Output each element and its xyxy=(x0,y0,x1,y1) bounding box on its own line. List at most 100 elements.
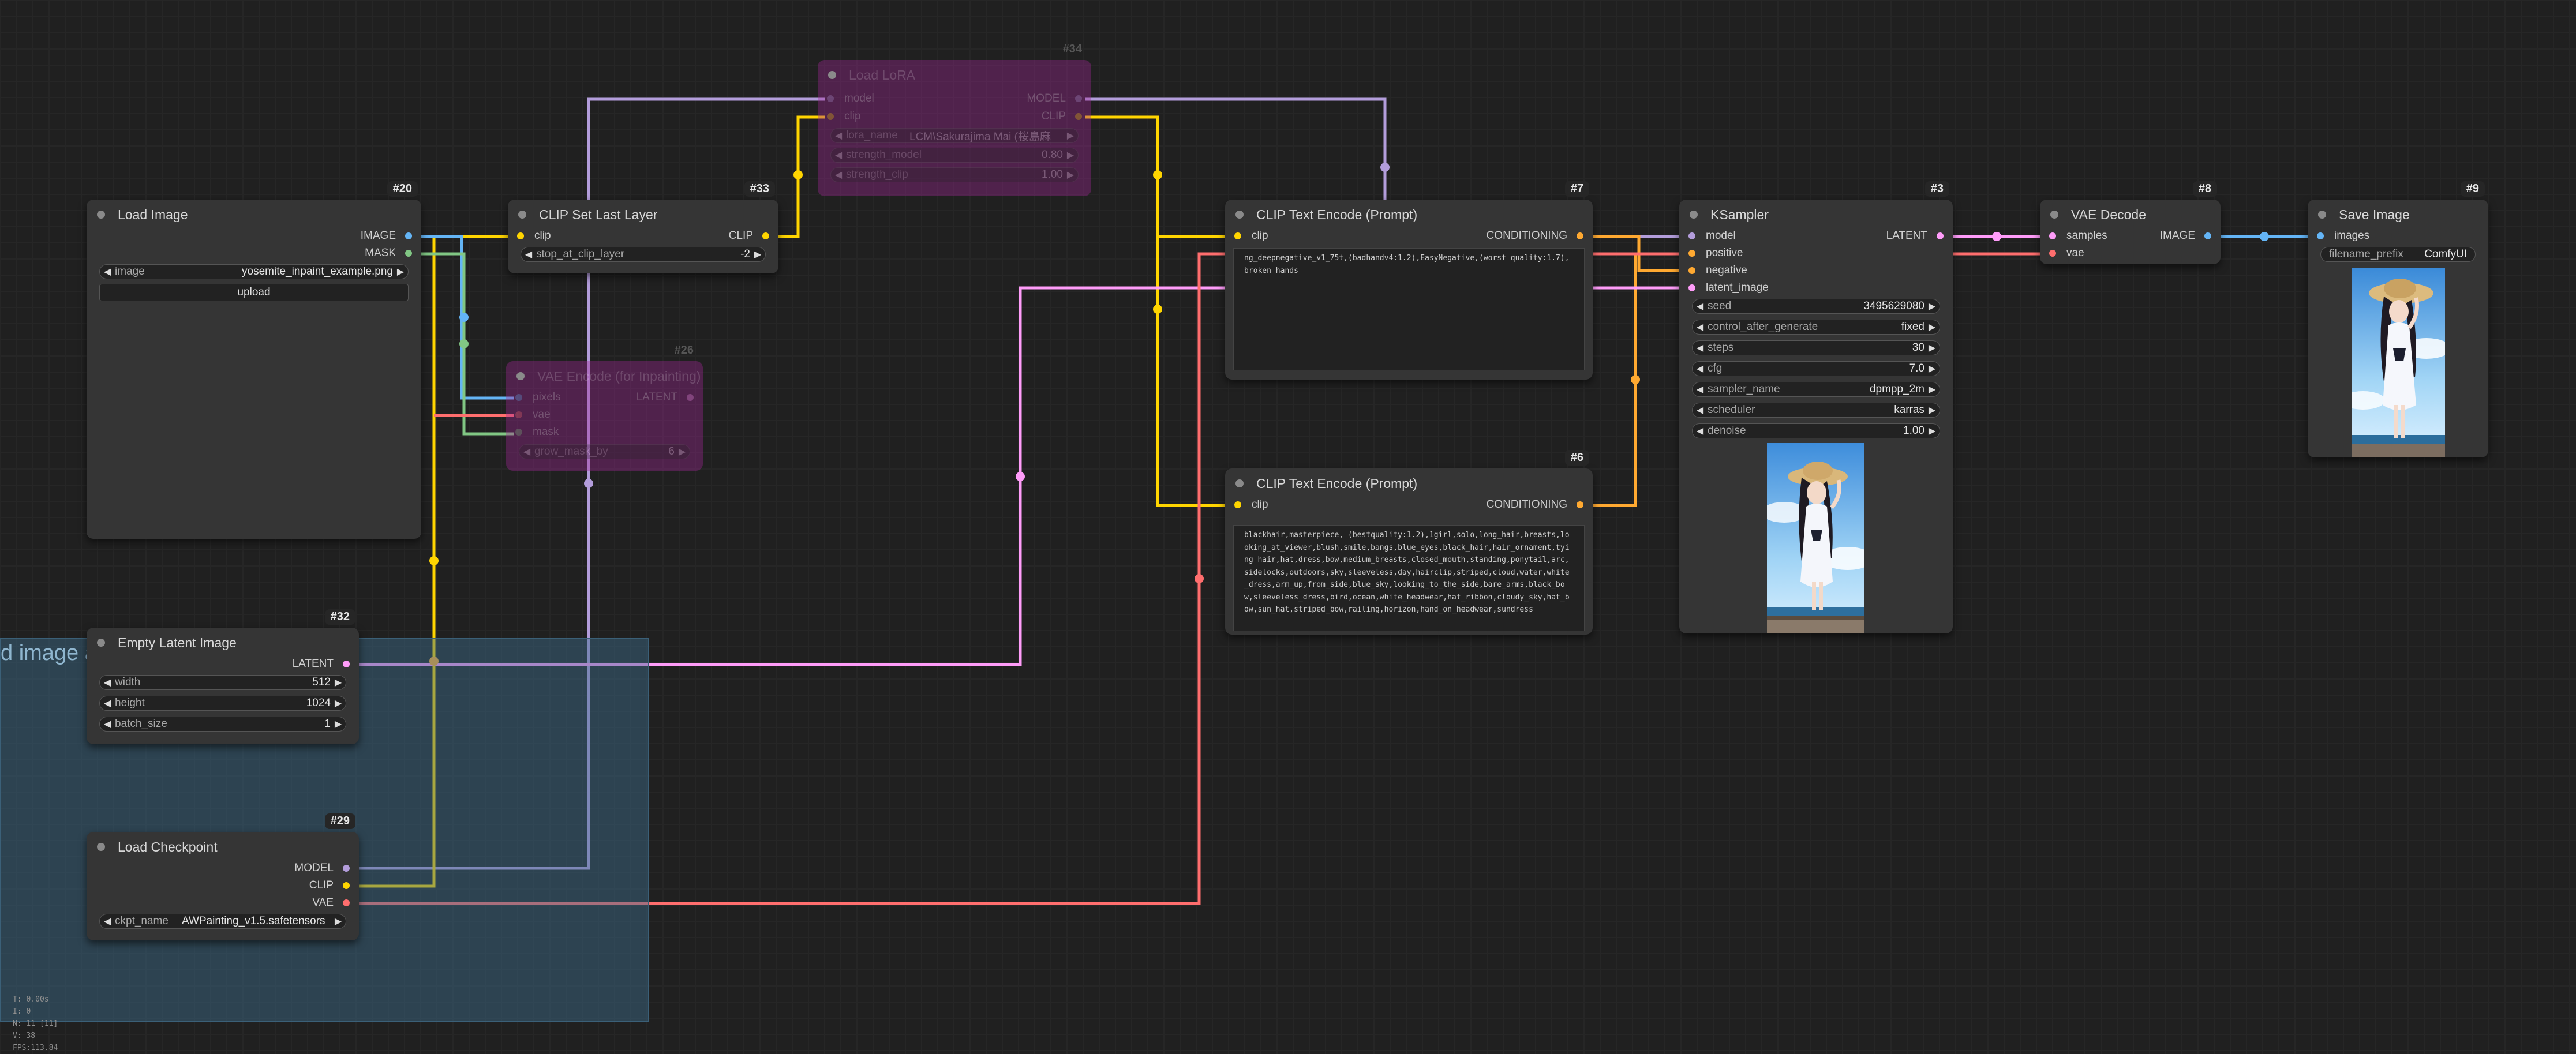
seed-number[interactable]: ◀ seed 3495629080 ▶ xyxy=(1692,299,1940,314)
node-load-checkpoint[interactable]: #29 Load Checkpoint MODEL CLIP VAE ◀ ckp… xyxy=(87,813,359,940)
input-positive[interactable]: positive xyxy=(1688,247,1743,260)
reroute-dot[interactable] xyxy=(459,313,469,322)
sampler-name-combo[interactable]: ◀ sampler_name dpmpp_2m ▶ xyxy=(1692,382,1940,397)
node-title[interactable]: CLIP Set Last Layer xyxy=(508,200,778,230)
node-title[interactable]: KSampler xyxy=(1679,200,1953,230)
denoise-number[interactable]: ◀ denoise 1.00 ▶ xyxy=(1692,423,1940,438)
input-clip[interactable]: clip xyxy=(1234,498,1268,511)
node-title[interactable]: Load Checkpoint xyxy=(87,832,359,862)
reroute-dot[interactable] xyxy=(1380,163,1390,172)
arrow-left-icon[interactable]: ◀ xyxy=(1693,384,1708,395)
node-load-lora[interactable]: #34 Load LoRA model clip MODEL CLIP ◀ lo… xyxy=(818,43,1091,196)
arrow-right-icon[interactable]: ▶ xyxy=(1924,363,1940,374)
node-clip-set-last-layer[interactable]: #33 CLIP Set Last Layer clip CLIP ◀ stop… xyxy=(508,181,778,273)
arrow-left-icon[interactable]: ◀ xyxy=(1693,321,1708,333)
arrow-right-icon[interactable]: ▶ xyxy=(1063,149,1078,161)
cfg-number[interactable]: ◀ cfg 7.0 ▶ xyxy=(1692,361,1940,376)
collapse-dot[interactable] xyxy=(516,372,525,380)
collapse-dot[interactable] xyxy=(518,211,526,219)
input-vae[interactable]: vae xyxy=(2049,247,2084,260)
input-vae[interactable]: vae xyxy=(515,408,551,421)
reroute-dot[interactable] xyxy=(1992,232,2001,241)
output-mask[interactable]: MASK xyxy=(365,247,412,260)
arrow-left-icon[interactable]: ◀ xyxy=(1693,404,1708,416)
node-title[interactable]: Load Image xyxy=(87,200,421,230)
grow-mask-by-number[interactable]: ◀ grow_mask_by 6 ▶ xyxy=(519,444,690,459)
node-empty-latent-image[interactable]: #32 Empty Latent Image LATENT ◀ width 51… xyxy=(87,609,359,744)
output-latent[interactable]: LATENT xyxy=(636,391,694,404)
arrow-right-icon[interactable]: ▶ xyxy=(393,266,408,277)
input-clip[interactable]: clip xyxy=(517,230,551,242)
node-title[interactable]: VAE Decode xyxy=(2040,200,2221,230)
node-title[interactable]: Empty Latent Image xyxy=(87,628,359,658)
height-number[interactable]: ◀ height 1024 ▶ xyxy=(99,696,346,711)
node-clip-text-encode-negative[interactable]: #6 CLIP Text Encode (Prompt) clip CONDIT… xyxy=(1225,450,1593,635)
collapse-dot[interactable] xyxy=(97,639,105,647)
arrow-right-icon[interactable]: ▶ xyxy=(675,446,690,457)
arrow-right-icon[interactable]: ▶ xyxy=(331,677,346,688)
arrow-right-icon[interactable]: ▶ xyxy=(1924,342,1940,354)
arrow-left-icon[interactable]: ◀ xyxy=(100,677,115,688)
reroute-dot[interactable] xyxy=(584,479,593,488)
arrow-left-icon[interactable]: ◀ xyxy=(519,446,534,457)
reroute-dot[interactable] xyxy=(1631,375,1640,384)
arrow-right-icon[interactable]: ▶ xyxy=(1924,301,1940,312)
link-clip[interactable] xyxy=(1156,237,1233,507)
input-latent-image[interactable]: latent_image xyxy=(1688,282,1769,294)
node-title[interactable]: CLIP Text Encode (Prompt) xyxy=(1225,468,1593,498)
arrow-right-icon[interactable]: ▶ xyxy=(331,697,346,709)
strength-clip-number[interactable]: ◀ strength_clip 1.00 ▶ xyxy=(830,167,1079,182)
lora-name-combo[interactable]: ◀ lora_name LCM\Sakurajima Mai (桜島麻 ▶ xyxy=(830,128,1079,143)
output-model[interactable]: MODEL xyxy=(1027,92,1082,105)
arrow-left-icon[interactable]: ◀ xyxy=(831,169,846,181)
output-vae[interactable]: VAE xyxy=(312,897,350,909)
input-samples[interactable]: samples xyxy=(2049,230,2107,242)
width-number[interactable]: ◀ width 512 ▶ xyxy=(99,675,346,690)
collapse-dot[interactable] xyxy=(1235,479,1244,487)
strength-model-number[interactable]: ◀ strength_model 0.80 ▶ xyxy=(830,148,1079,163)
control-after-generate-combo[interactable]: ◀ control_after_generate fixed ▶ xyxy=(1692,320,1940,335)
arrow-left-icon[interactable]: ◀ xyxy=(1693,342,1708,354)
output-clip[interactable]: CLIP xyxy=(729,230,769,242)
collapse-dot[interactable] xyxy=(97,843,105,851)
reroute-dot[interactable] xyxy=(1195,574,1204,583)
output-image[interactable]: IMAGE xyxy=(2160,230,2211,242)
reroute-dot[interactable] xyxy=(793,170,803,179)
output-latent[interactable]: LATENT xyxy=(293,658,350,670)
arrow-left-icon[interactable]: ◀ xyxy=(1693,301,1708,312)
collapse-dot[interactable] xyxy=(97,211,105,219)
node-title[interactable]: Save Image xyxy=(2308,200,2488,230)
output-clip[interactable]: CLIP xyxy=(309,879,350,892)
arrow-left-icon[interactable]: ◀ xyxy=(100,916,115,927)
reroute-dot[interactable] xyxy=(1153,170,1162,179)
node-save-image[interactable]: #9 Save Image images filename_prefix Com… xyxy=(2308,181,2488,457)
output-latent[interactable]: LATENT xyxy=(1886,230,1944,242)
node-vae-decode[interactable]: #8 VAE Decode samples vae IMAGE xyxy=(2040,181,2221,264)
prompt-textarea[interactable]: ng_deepnegative_v1_75t,(badhandv4:1.2),E… xyxy=(1233,248,1585,370)
input-model[interactable]: model xyxy=(1688,230,1736,242)
arrow-right-icon[interactable]: ▶ xyxy=(750,249,765,260)
arrow-left-icon[interactable]: ◀ xyxy=(831,149,846,161)
input-model[interactable]: model xyxy=(827,92,874,105)
collapse-dot[interactable] xyxy=(1235,211,1244,219)
node-title[interactable]: VAE Encode (for Inpainting) xyxy=(506,361,703,391)
input-pixels[interactable]: pixels xyxy=(515,391,561,404)
prompt-textarea[interactable]: blackhair,masterpiece, (bestquality:1.2)… xyxy=(1233,525,1585,631)
collapse-dot[interactable] xyxy=(1690,211,1698,219)
arrow-left-icon[interactable]: ◀ xyxy=(100,718,115,730)
collapse-dot[interactable] xyxy=(2050,211,2058,219)
arrow-left-icon[interactable]: ◀ xyxy=(831,130,846,141)
steps-number[interactable]: ◀ steps 30 ▶ xyxy=(1692,340,1940,355)
output-image[interactable]: IMAGE xyxy=(361,230,412,242)
node-vae-encode-inpaint[interactable]: #26 VAE Encode (for Inpainting) pixels v… xyxy=(506,344,703,471)
output-conditioning[interactable]: CONDITIONING xyxy=(1487,230,1583,242)
arrow-right-icon[interactable]: ▶ xyxy=(331,718,346,730)
reroute-dot[interactable] xyxy=(429,556,439,565)
output-model[interactable]: MODEL xyxy=(294,862,350,875)
collapse-dot[interactable] xyxy=(828,71,836,79)
collapse-dot[interactable] xyxy=(2318,211,2326,219)
image-combo[interactable]: ◀ image yosemite_inpaint_example.png ▶ xyxy=(99,264,409,279)
input-clip[interactable]: clip xyxy=(827,110,861,123)
arrow-right-icon[interactable]: ▶ xyxy=(1063,169,1078,181)
reroute-dot[interactable] xyxy=(2260,232,2269,241)
